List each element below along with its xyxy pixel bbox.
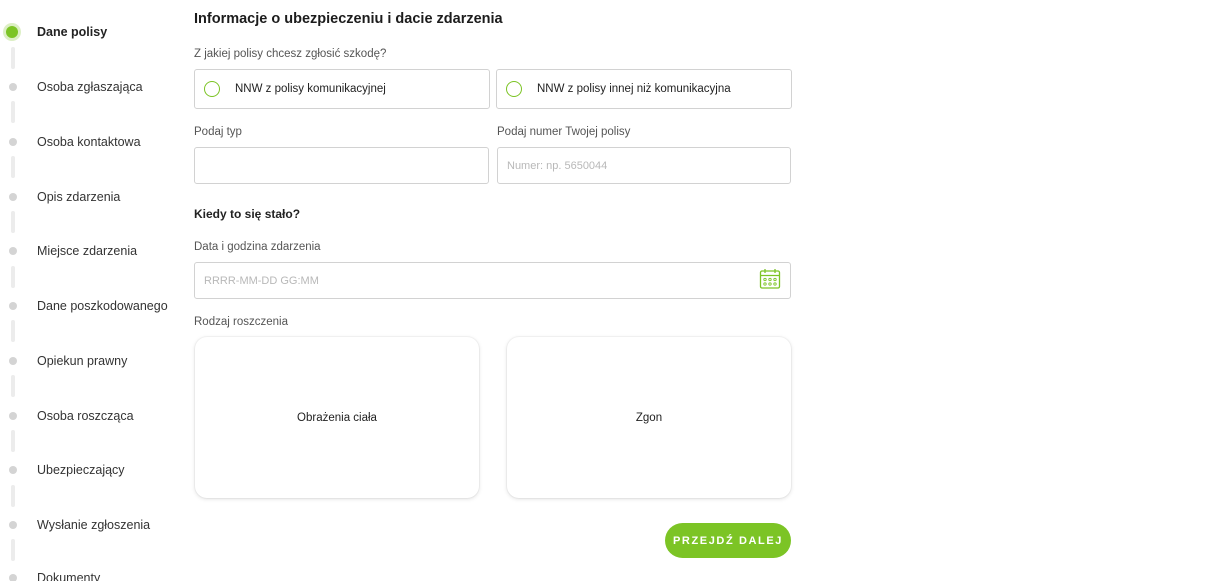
radio-label: NNW z polisy innej niż komunikacyjna xyxy=(537,83,731,95)
next-button[interactable]: PRZEJDŹ DALEJ xyxy=(665,523,791,558)
type-label: Podaj typ xyxy=(194,126,242,138)
policy-question-label: Z jakiej polisy chcesz zgłosić szkodę? xyxy=(194,48,387,60)
step-dot xyxy=(9,412,17,420)
step-dot xyxy=(9,83,17,91)
step-label: Opiekun prawny xyxy=(37,354,128,368)
type-input[interactable] xyxy=(194,147,489,184)
step-label: Osoba kontaktowa xyxy=(37,135,141,149)
step-connector xyxy=(11,156,15,178)
step-connector xyxy=(11,539,15,561)
radio-label: NNW z polisy komunikacyjnej xyxy=(235,83,386,95)
step-label: Dane polisy xyxy=(37,25,108,39)
step-connector xyxy=(11,101,15,123)
radio-circle-icon[interactable] xyxy=(506,81,522,97)
step-label: Opis zdarzenia xyxy=(37,190,121,204)
step-label: Miejsce zdarzenia xyxy=(37,244,138,258)
policy-number-input[interactable] xyxy=(497,147,791,184)
claim-card-label: Obrażenia ciała xyxy=(297,411,377,424)
section-title: Informacje o ubezpieczeniu i dacie zdarz… xyxy=(194,11,503,27)
step-dot xyxy=(9,574,17,581)
step-navigation: Dane polisy Osoba zgłaszająca Osoba kont… xyxy=(0,0,175,581)
claim-type-label: Rodzaj roszczenia xyxy=(194,316,288,328)
claim-card-zgon[interactable]: Zgon xyxy=(507,337,791,498)
radio-circle-icon[interactable] xyxy=(204,81,220,97)
radio-nnw-inna[interactable]: NNW z polisy innej niż komunikacyjna xyxy=(496,69,792,109)
step-dot xyxy=(9,521,17,529)
radio-nnw-komunikacyjna[interactable]: NNW z polisy komunikacyjnej xyxy=(194,69,490,109)
step-dot xyxy=(9,193,17,201)
datetime-label: Data i godzina zdarzenia xyxy=(194,241,321,253)
step-label: Ubezpieczający xyxy=(37,463,125,477)
step-connector xyxy=(11,485,15,507)
step-label: Osoba roszcząca xyxy=(37,409,134,423)
step-label: Dane poszkodowanego xyxy=(37,299,168,313)
calendar-icon[interactable] xyxy=(759,268,781,290)
claim-card-label: Zgon xyxy=(635,411,663,424)
step-label: Wysłanie zgłoszenia xyxy=(37,518,151,532)
step-connector xyxy=(11,47,15,69)
step-connector xyxy=(11,430,15,452)
step-connector xyxy=(11,320,15,342)
step-dot xyxy=(9,357,17,365)
step-dot xyxy=(9,247,17,255)
step-connector xyxy=(11,375,15,397)
step-label: Dokumenty xyxy=(37,571,101,581)
claim-card-obrazenia[interactable]: Obrażenia ciała xyxy=(195,337,479,498)
step-active-dot xyxy=(6,26,18,38)
step-connector xyxy=(11,266,15,288)
datetime-input[interactable] xyxy=(194,262,791,299)
step-dot xyxy=(9,466,17,474)
step-dot xyxy=(9,138,17,146)
step-dot xyxy=(9,302,17,310)
step-connector xyxy=(11,211,15,233)
step-label: Osoba zgłaszająca xyxy=(37,80,143,94)
policy-number-label: Podaj numer Twojej polisy xyxy=(497,126,631,138)
when-title: Kiedy to się stało? xyxy=(194,207,301,221)
